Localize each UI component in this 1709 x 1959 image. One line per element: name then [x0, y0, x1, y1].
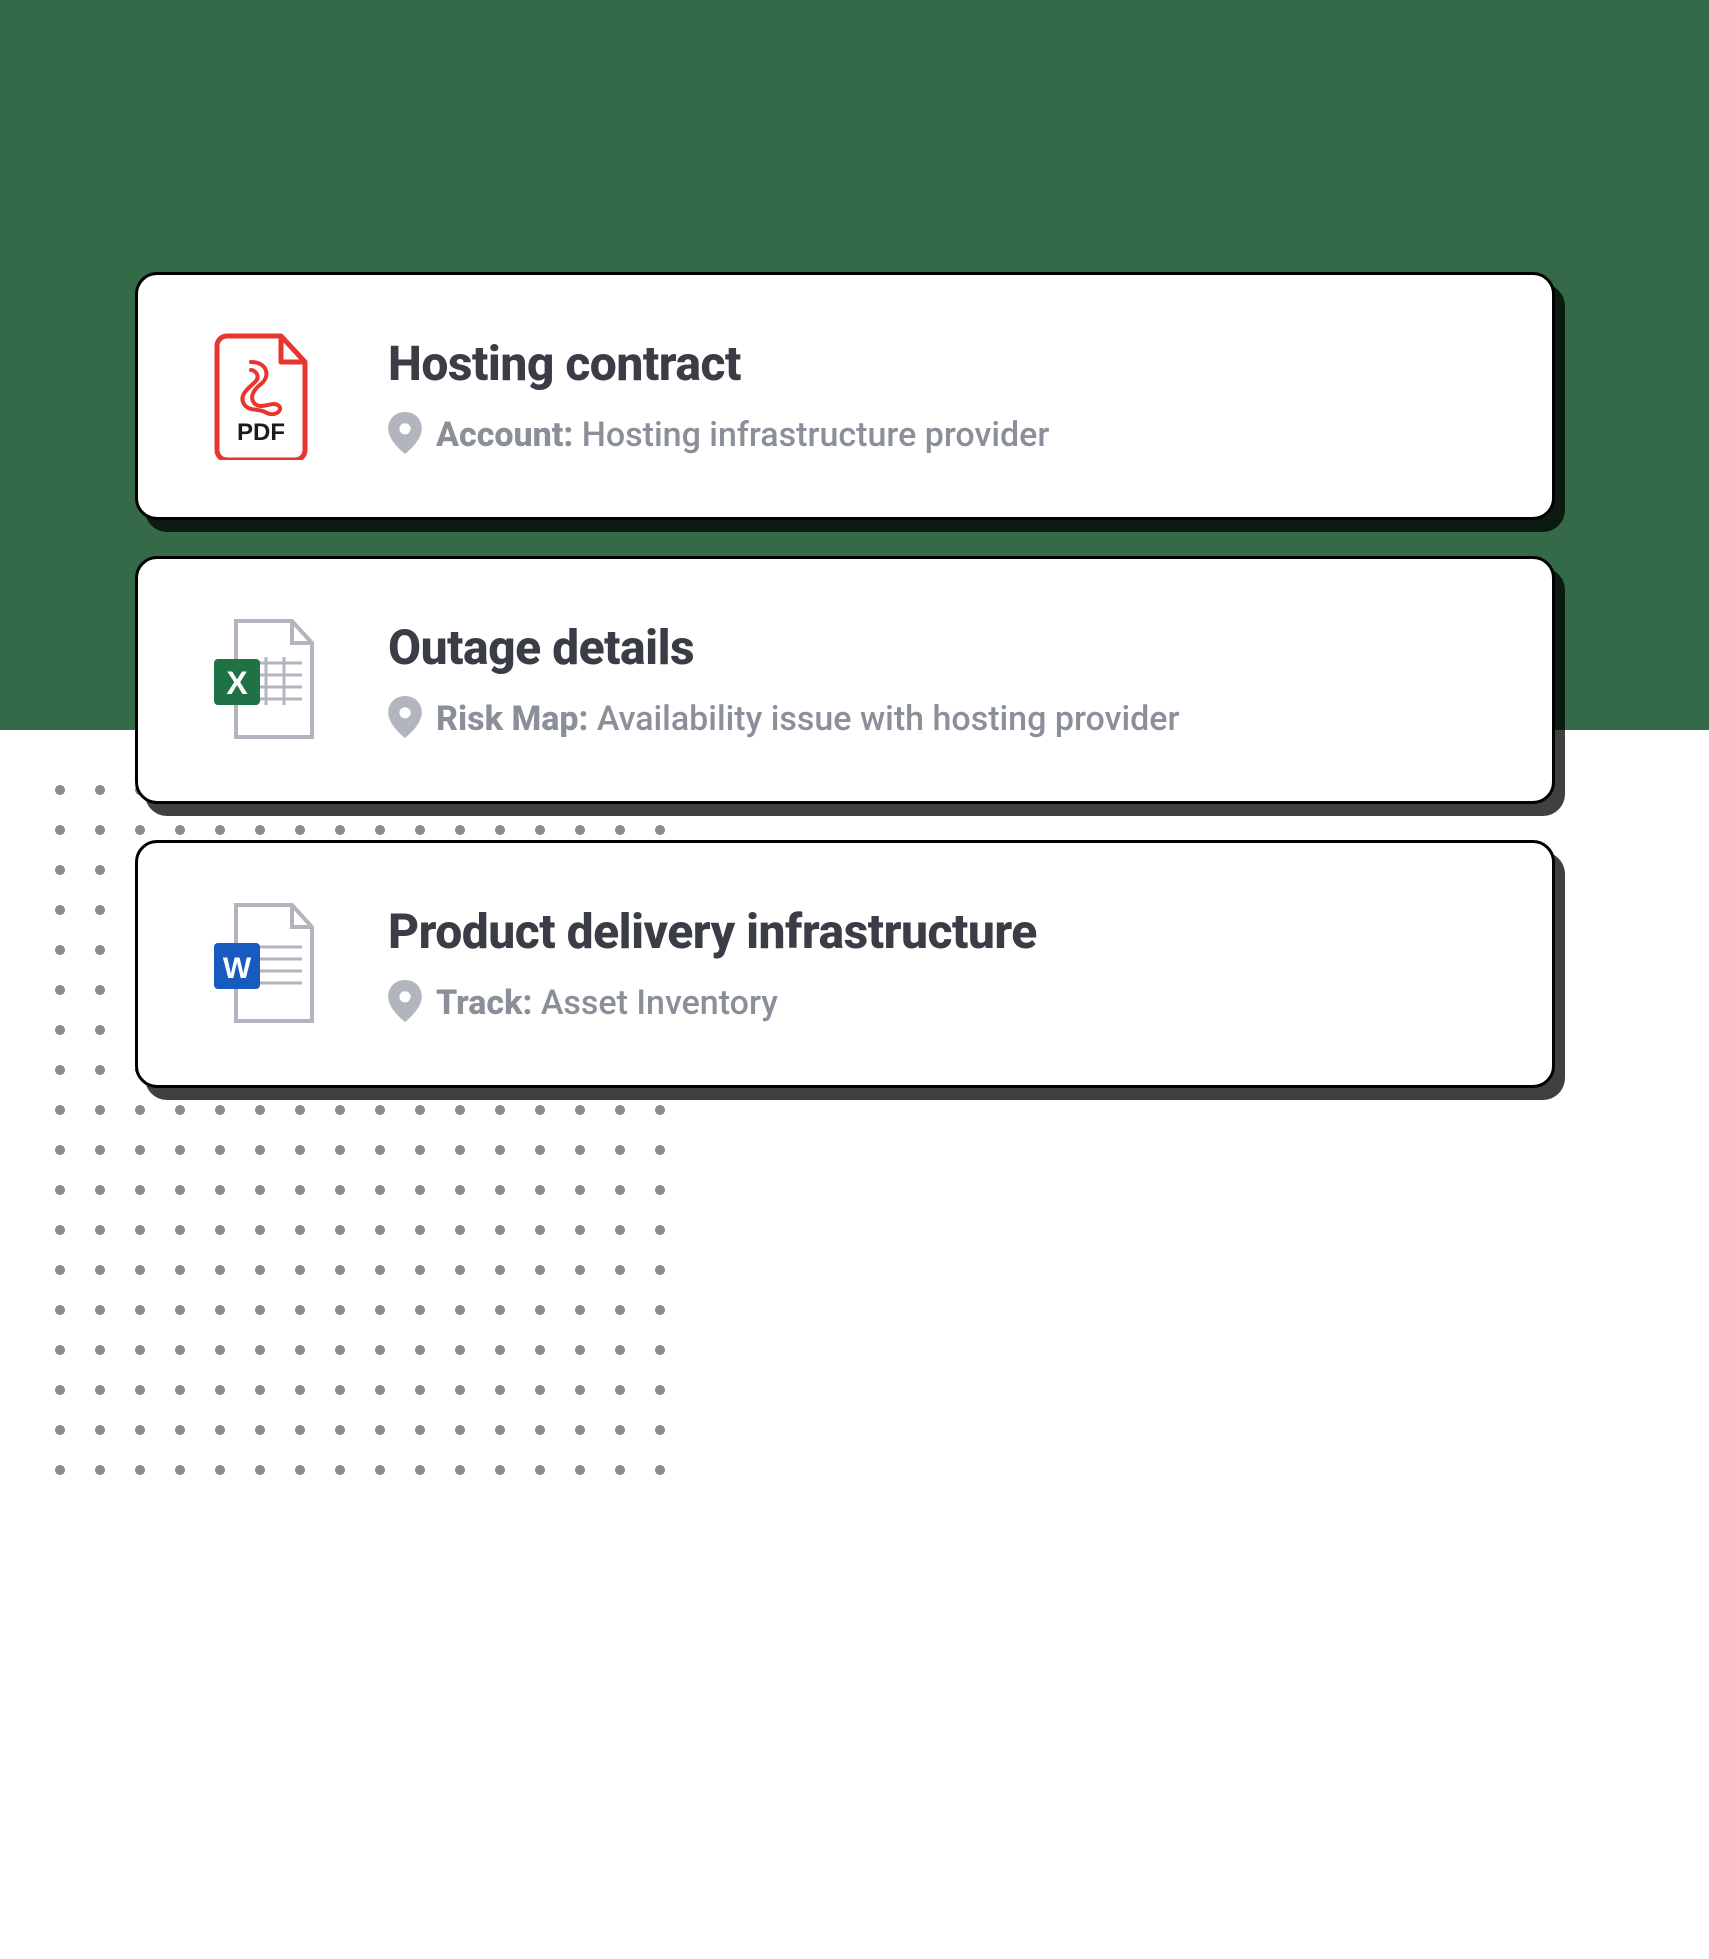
- card-value: Hosting infrastructure provider: [582, 415, 1050, 455]
- card-subtext: Account: Hosting infrastructure provider: [436, 415, 1049, 455]
- card-list: PDF Hosting contract Account: Hosting in…: [135, 272, 1555, 1088]
- svg-text:W: W: [223, 952, 252, 985]
- svg-text:X: X: [226, 665, 248, 701]
- document-card[interactable]: X Outage details Risk Map: Availability …: [135, 556, 1555, 804]
- card-subtext: Track: Asset Inventory: [436, 983, 778, 1023]
- card-title: Product delivery infrastructure: [388, 903, 1037, 960]
- card-label: Risk Map:: [436, 699, 588, 739]
- excel-icon: X: [208, 615, 318, 745]
- pin-icon: [388, 980, 422, 1026]
- word-icon: W: [208, 899, 318, 1029]
- card-title: Outage details: [388, 619, 1180, 676]
- document-card[interactable]: PDF Hosting contract Account: Hosting in…: [135, 272, 1555, 520]
- card-value: Availability issue with hosting provider: [597, 699, 1180, 739]
- pin-icon: [388, 696, 422, 742]
- pin-icon: [388, 412, 422, 458]
- svg-text:PDF: PDF: [237, 419, 285, 446]
- card-title: Hosting contract: [388, 335, 1049, 392]
- card-subtext: Risk Map: Availability issue with hostin…: [436, 699, 1180, 739]
- document-card[interactable]: W Product delivery infrastructure Track:…: [135, 840, 1555, 1088]
- card-value: Asset Inventory: [541, 983, 778, 1023]
- card-label: Account:: [436, 415, 573, 455]
- pdf-icon: PDF: [208, 331, 318, 461]
- card-label: Track:: [436, 983, 532, 1023]
